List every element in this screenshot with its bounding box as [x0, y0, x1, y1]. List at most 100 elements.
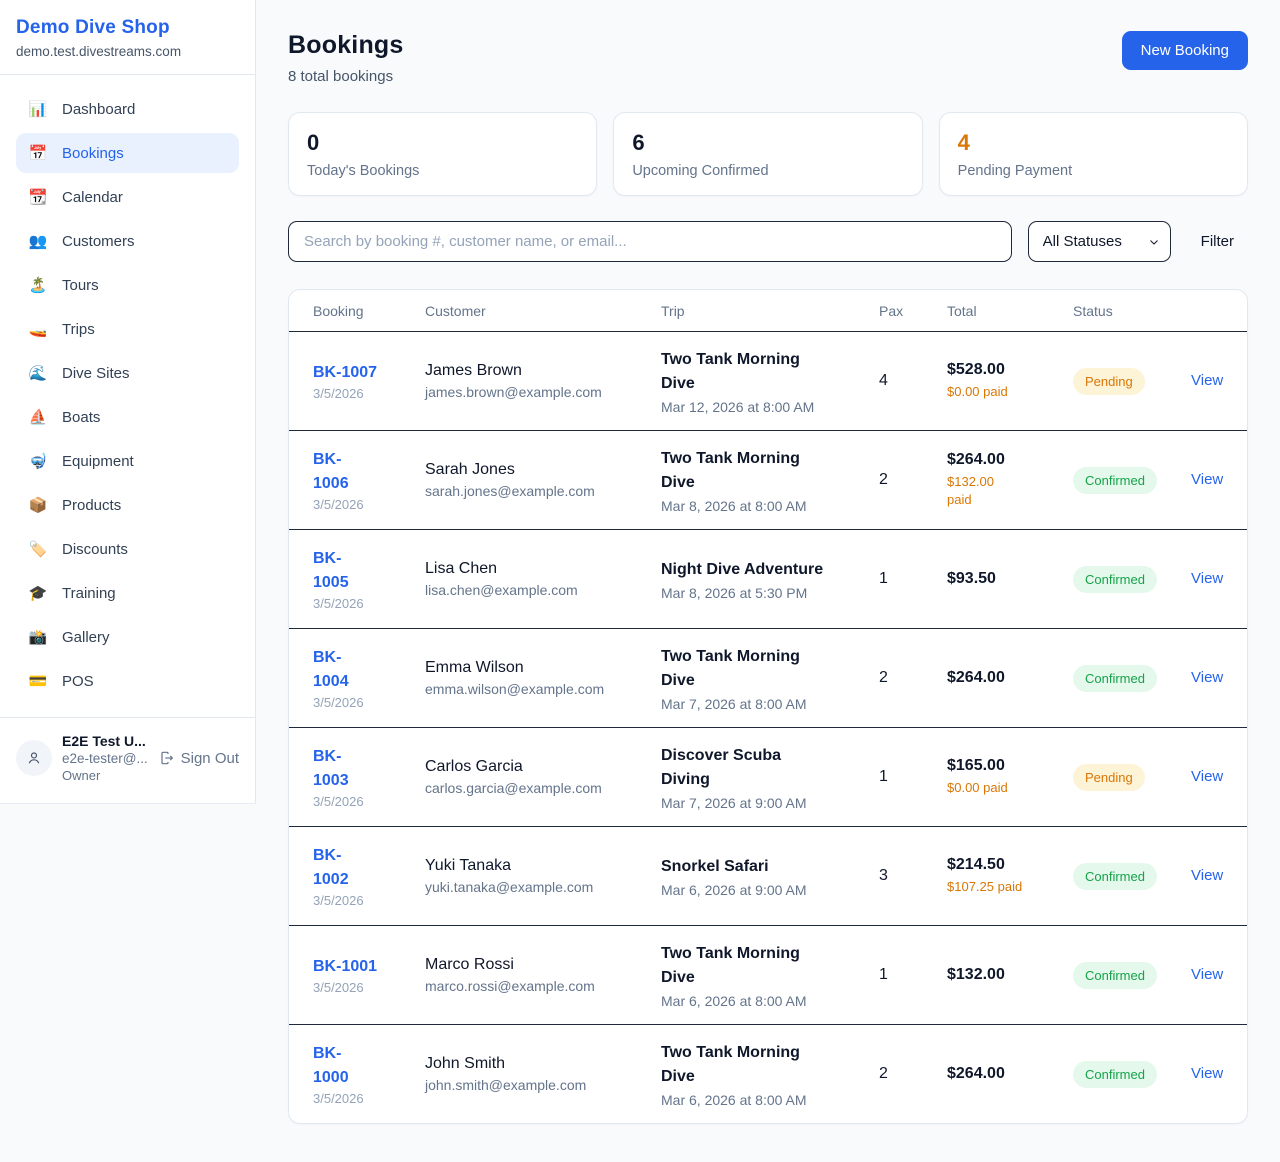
dive-sites-icon: 🌊: [28, 364, 48, 382]
pax-count: 2: [879, 669, 947, 687]
actions-cell: View: [1191, 867, 1223, 885]
sidebar-item-equipment[interactable]: 🤿 Equipment: [16, 441, 239, 481]
customers-icon: 👥: [28, 232, 48, 250]
trip-cell: Two Tank Morning Dive Mar 7, 2026 at 8:0…: [661, 645, 879, 712]
customer-email: john.smith@example.com: [425, 1077, 661, 1093]
filter-button[interactable]: Filter: [1187, 233, 1248, 250]
sidebar-item-label: Boats: [62, 409, 100, 426]
booking-id-link[interactable]: BK- 1003: [313, 745, 349, 791]
status-badge: Pending: [1073, 764, 1145, 791]
sign-out-button[interactable]: Sign Out: [159, 750, 239, 767]
status-cell: Confirmed: [1073, 962, 1191, 989]
sidebar-item-products[interactable]: 📦 Products: [16, 485, 239, 525]
customer-name: James Brown: [425, 362, 661, 380]
table-row: BK-1001 3/5/2026 Marco Rossi marco.rossi…: [289, 925, 1247, 1024]
customer-cell: John Smith john.smith@example.com: [425, 1055, 661, 1093]
tours-icon: 🏝️: [28, 276, 48, 294]
total-cell: $264.00: [947, 1065, 1073, 1083]
page-title-block: Bookings 8 total bookings: [288, 31, 404, 85]
sidebar-item-discounts[interactable]: 🏷️ Discounts: [16, 529, 239, 569]
booking-cell: BK- 1004 3/5/2026: [313, 646, 425, 709]
view-link[interactable]: View: [1191, 1065, 1223, 1082]
bookings-table: Booking Customer Trip Pax Total Status B…: [288, 289, 1248, 1124]
sign-out-icon: [159, 750, 175, 766]
status-cell: Pending: [1073, 368, 1191, 395]
total-amount: $264.00: [947, 1065, 1073, 1083]
trip-cell: Two Tank Morning Dive Mar 8, 2026 at 8:0…: [661, 447, 879, 514]
view-link[interactable]: View: [1191, 966, 1223, 983]
sidebar-item-label: Products: [62, 497, 121, 514]
table-row: BK- 1006 3/5/2026 Sarah Jones sarah.jone…: [289, 430, 1247, 529]
sidebar-item-label: Customers: [62, 233, 135, 250]
view-link[interactable]: View: [1191, 372, 1223, 389]
sidebar-item-label: Dashboard: [62, 101, 135, 118]
sidebar-item-trips[interactable]: 🚤 Trips: [16, 309, 239, 349]
booking-date: 3/5/2026: [313, 893, 425, 908]
search-input[interactable]: [288, 221, 1012, 262]
sidebar-item-tours[interactable]: 🏝️ Tours: [16, 265, 239, 305]
trip-datetime: Mar 8, 2026 at 8:00 AM: [661, 498, 879, 514]
main-content: Bookings 8 total bookings New Booking 0 …: [288, 0, 1248, 1124]
view-link[interactable]: View: [1191, 867, 1223, 884]
view-link[interactable]: View: [1191, 768, 1223, 785]
customer-email: yuki.tanaka@example.com: [425, 879, 661, 895]
view-link[interactable]: View: [1191, 570, 1223, 587]
sidebar-item-customers[interactable]: 👥 Customers: [16, 221, 239, 261]
table-header-row: Booking Customer Trip Pax Total Status: [289, 290, 1247, 331]
trip-datetime: Mar 6, 2026 at 8:00 AM: [661, 993, 879, 1009]
table-row: BK- 1004 3/5/2026 Emma Wilson emma.wilso…: [289, 628, 1247, 727]
booking-id-link[interactable]: BK- 1002: [313, 844, 349, 890]
sidebar-item-training[interactable]: 🎓 Training: [16, 573, 239, 613]
sidebar-item-dashboard[interactable]: 📊 Dashboard: [16, 89, 239, 129]
sidebar-item-label: Discounts: [62, 541, 128, 558]
customer-email: carlos.garcia@example.com: [425, 780, 661, 796]
trip-cell: Discover Scuba Diving Mar 7, 2026 at 9:0…: [661, 744, 879, 811]
trip-datetime: Mar 6, 2026 at 9:00 AM: [661, 882, 879, 898]
sidebar-item-gallery[interactable]: 📸 Gallery: [16, 617, 239, 657]
column-header-total: Total: [947, 303, 1073, 319]
trip-datetime: Mar 8, 2026 at 5:30 PM: [661, 585, 879, 601]
sidebar-item-pos[interactable]: 💳 POS: [16, 661, 239, 701]
trip-title: Snorkel Safari: [661, 855, 879, 879]
actions-cell: View: [1191, 372, 1223, 390]
sidebar-user-footer: E2E Test U... e2e-tester@... Owner Sign …: [0, 717, 255, 803]
booking-id-link[interactable]: BK- 1006: [313, 448, 349, 494]
new-booking-button[interactable]: New Booking: [1122, 31, 1248, 70]
booking-cell: BK- 1003 3/5/2026: [313, 745, 425, 808]
customer-cell: Lisa Chen lisa.chen@example.com: [425, 560, 661, 598]
table-row: BK- 1000 3/5/2026 John Smith john.smith@…: [289, 1024, 1247, 1123]
total-cell: $528.00 $0.00 paid: [947, 361, 1073, 401]
trip-title: Two Tank Morning Dive: [661, 1041, 879, 1089]
booking-date: 3/5/2026: [313, 386, 425, 401]
booking-id-link[interactable]: BK-1001: [313, 955, 377, 978]
view-link[interactable]: View: [1191, 471, 1223, 488]
actions-cell: View: [1191, 966, 1223, 984]
sidebar-item-boats[interactable]: ⛵ Boats: [16, 397, 239, 437]
booking-id-link[interactable]: BK- 1000: [313, 1042, 349, 1088]
customer-cell: Yuki Tanaka yuki.tanaka@example.com: [425, 857, 661, 895]
total-amount: $132.00: [947, 966, 1073, 984]
table-row: BK-1007 3/5/2026 James Brown james.brown…: [289, 331, 1247, 430]
calendar-icon: 📆: [28, 188, 48, 206]
booking-cell: BK-1001 3/5/2026: [313, 955, 425, 995]
booking-date: 3/5/2026: [313, 596, 425, 611]
customer-name: Yuki Tanaka: [425, 857, 661, 875]
products-icon: 📦: [28, 496, 48, 514]
pax-count: 1: [879, 966, 947, 984]
trip-title: Two Tank Morning Dive: [661, 447, 879, 495]
customer-email: james.brown@example.com: [425, 384, 661, 400]
user-info: E2E Test U... e2e-tester@... Owner: [62, 733, 148, 783]
status-filter-select[interactable]: All Statuses: [1028, 221, 1171, 262]
sidebar-item-dive-sites[interactable]: 🌊 Dive Sites: [16, 353, 239, 393]
view-link[interactable]: View: [1191, 669, 1223, 686]
sidebar-item-bookings[interactable]: 📅 Bookings: [16, 133, 239, 173]
sidebar-item-calendar[interactable]: 📆 Calendar: [16, 177, 239, 217]
trip-datetime: Mar 12, 2026 at 8:00 AM: [661, 399, 879, 415]
sign-out-label: Sign Out: [181, 750, 239, 767]
actions-cell: View: [1191, 570, 1223, 588]
avatar: [16, 740, 52, 776]
booking-id-link[interactable]: BK- 1004: [313, 646, 349, 692]
booking-id-link[interactable]: BK-1007: [313, 361, 377, 384]
booking-id-link[interactable]: BK- 1005: [313, 547, 349, 593]
shop-domain: demo.test.divestreams.com: [16, 44, 239, 59]
